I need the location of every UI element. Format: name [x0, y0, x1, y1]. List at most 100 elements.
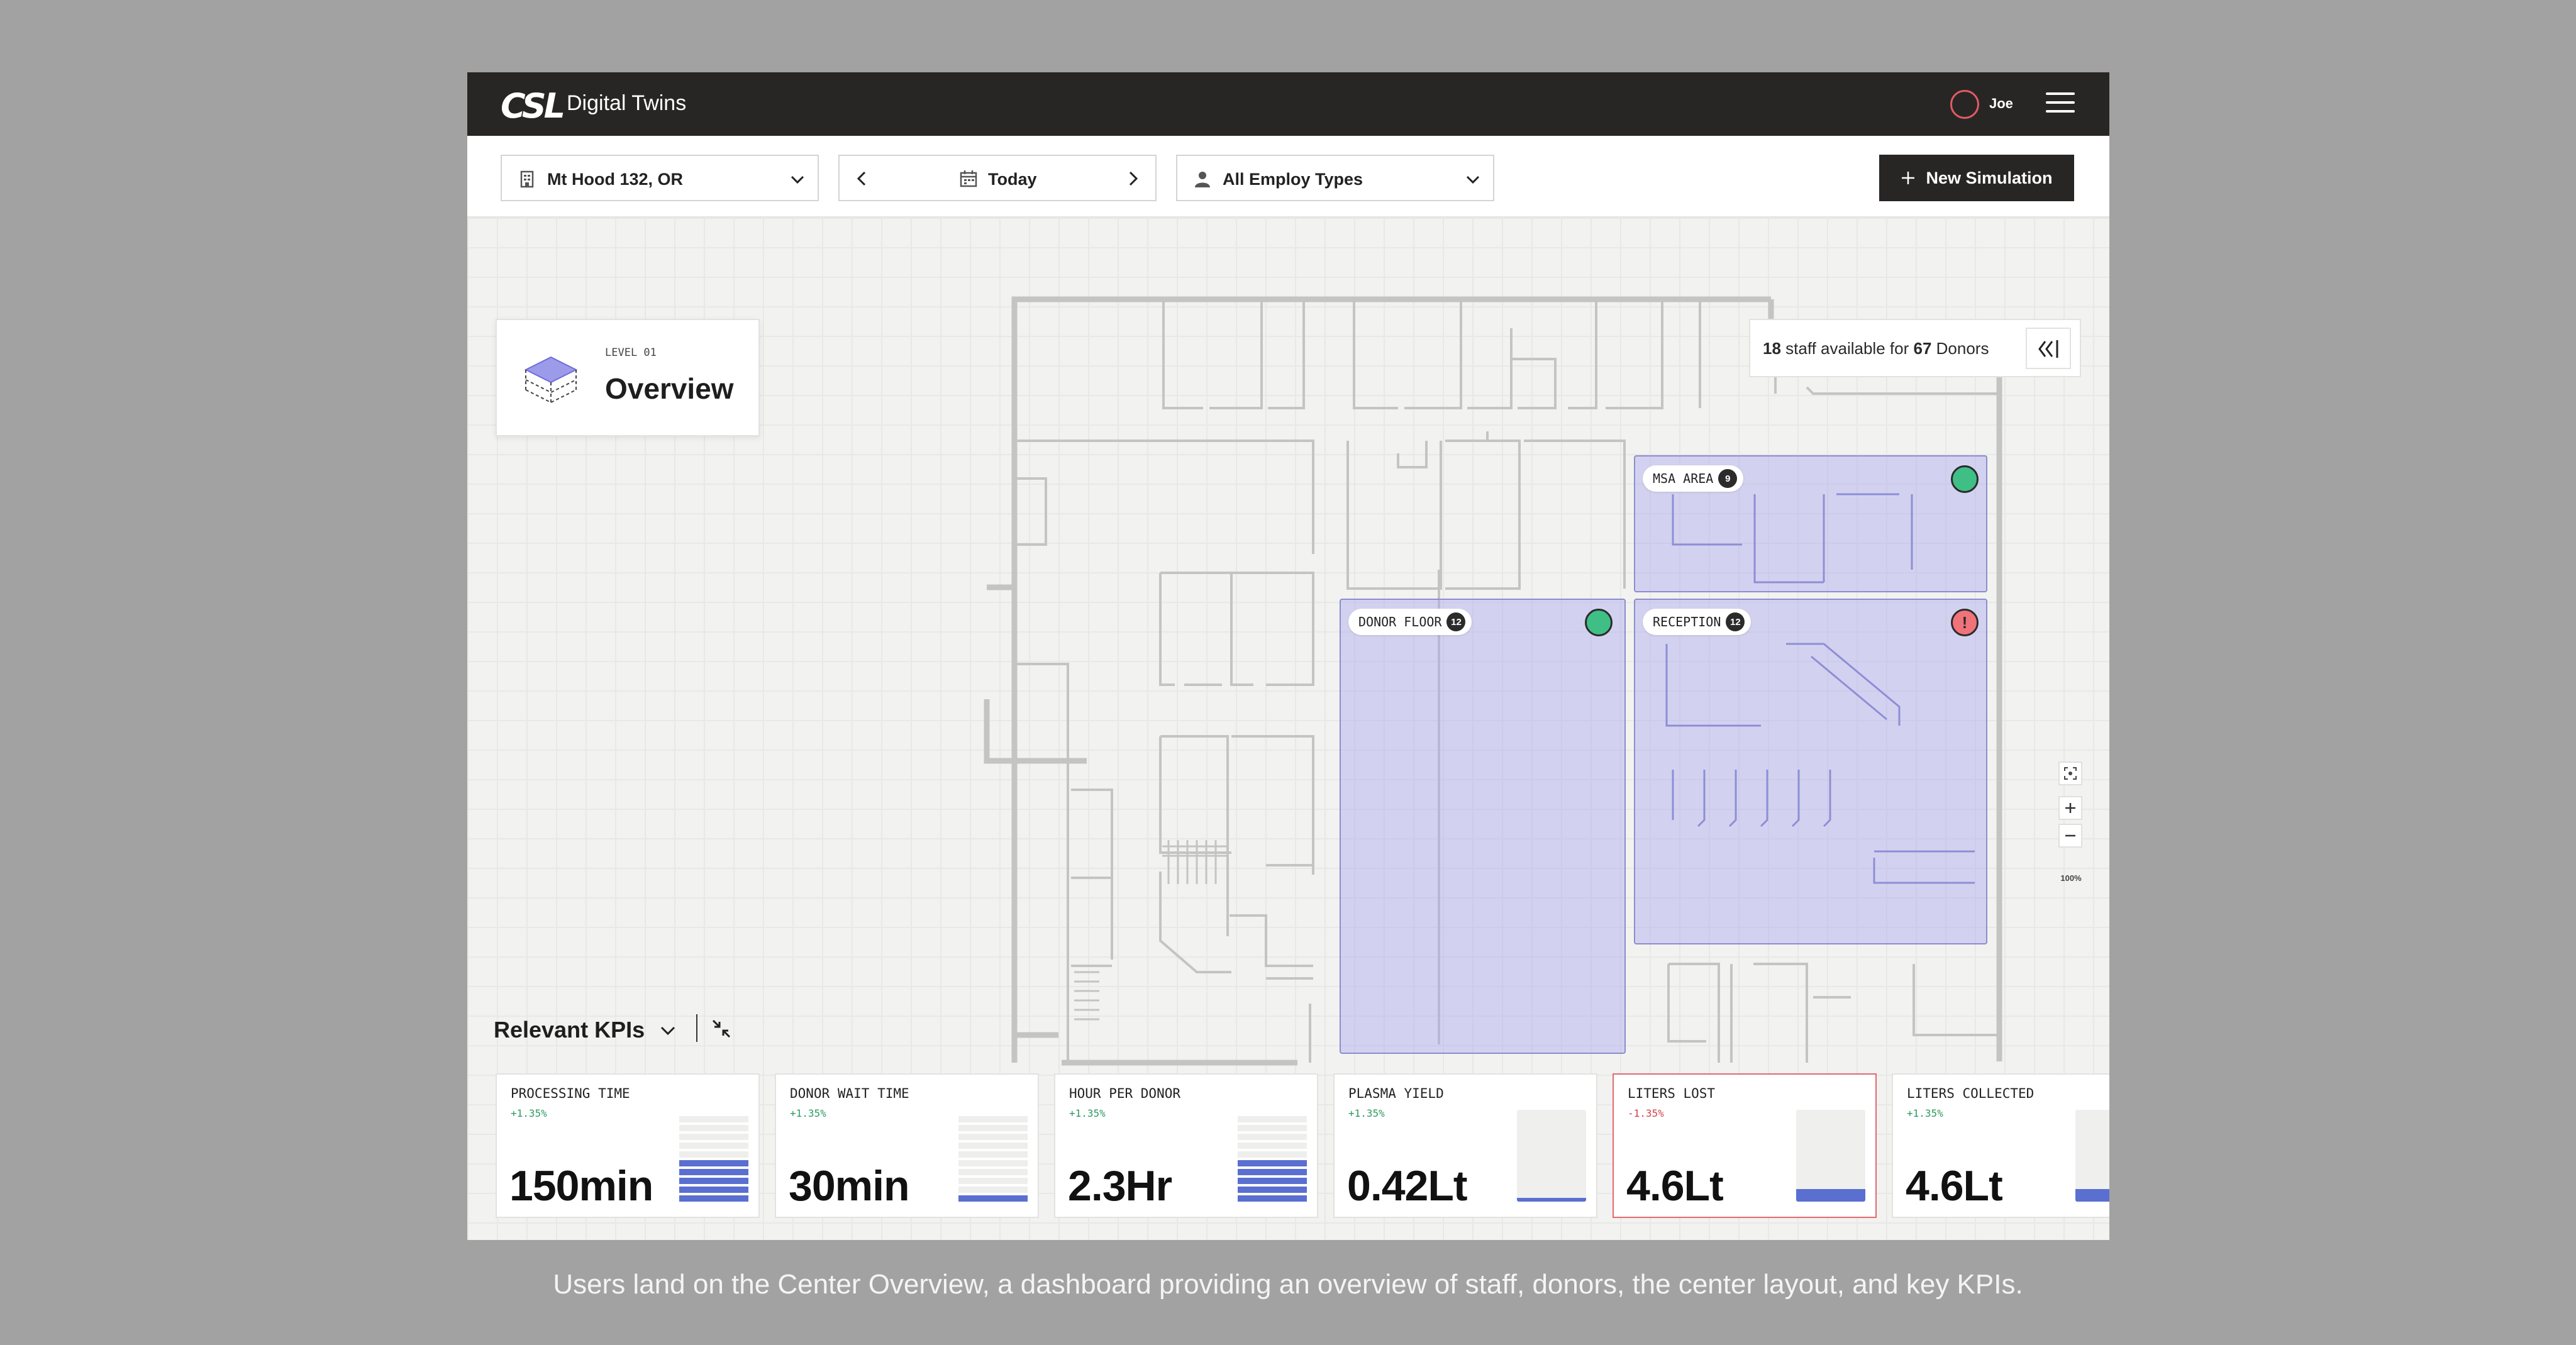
kpi-delta: +1.35% — [1069, 1107, 1106, 1119]
staff-count: 18 — [1763, 339, 1781, 358]
kpi-bar-segment — [1238, 1160, 1307, 1166]
zone-count-badge: 12 — [1446, 612, 1466, 631]
kpi-bar-segment — [679, 1160, 748, 1166]
zone-count-badge: 9 — [1718, 469, 1738, 488]
kpi-bar-segment — [958, 1169, 1028, 1175]
kpi-delta: +1.35% — [1348, 1107, 1385, 1119]
zoom-out-button[interactable] — [2058, 824, 2082, 848]
kpi-card-liters-lost[interactable]: LITERS LOST -1.35% 4.6Lt — [1613, 1073, 1877, 1218]
kpi-bar-segment — [958, 1178, 1028, 1184]
top-bar: CSL Digital Twins Joe — [467, 72, 2109, 136]
floorplan-canvas[interactable]: MSA AREA 9 DONOR FLOOR 12 RECEPTION 12 !… — [467, 218, 2109, 1240]
chevron-right-icon[interactable] — [1124, 170, 1141, 187]
donor-count: 67 — [1913, 339, 1932, 358]
kpi-fill-box — [2075, 1110, 2109, 1202]
person-icon — [1195, 172, 1210, 187]
employ-type-label: All Employ Types — [1223, 170, 1363, 189]
zone-tag: MSA AREA 9 — [1643, 465, 1744, 492]
location-label: Mt Hood 132, OR — [547, 170, 684, 189]
date-select[interactable]: Today — [838, 155, 1157, 201]
kpi-bar-segment — [958, 1134, 1028, 1140]
fit-view-button[interactable] — [2058, 761, 2082, 785]
app-window: CSL Digital Twins Joe Mt Hood 132, OR To… — [467, 72, 2109, 1240]
chevron-left-icon[interactable] — [853, 170, 871, 187]
filter-bar: Mt Hood 132, OR Today All Employ Types N… — [467, 136, 2109, 218]
level-card[interactable]: LEVEL 01 Overview — [496, 319, 760, 436]
zone-reception[interactable]: RECEPTION 12 ! — [1634, 599, 1987, 944]
kpi-card-processing-time[interactable]: PROCESSING TIME +1.35% 150min — [496, 1073, 760, 1218]
kpi-bar-segment — [958, 1151, 1028, 1158]
kpi-card-donor-wait-time[interactable]: DONOR WAIT TIME +1.35% 30min — [775, 1073, 1039, 1218]
user-name[interactable]: Joe — [1989, 96, 2013, 112]
kpi-fill-box — [1796, 1110, 1865, 1202]
kpi-value: 30min — [789, 1162, 910, 1210]
kpi-bar-segment — [1238, 1169, 1307, 1175]
collapse-panel-button[interactable] — [2026, 328, 2071, 369]
divider — [696, 1014, 697, 1042]
hamburger-menu-icon[interactable] — [2046, 92, 2075, 115]
kpi-bar-segment — [1238, 1178, 1307, 1184]
kpi-bar-stack — [958, 1110, 1028, 1202]
kpi-bar-segment — [1238, 1134, 1307, 1140]
kpi-fill-level — [1796, 1188, 1865, 1202]
zone-tag: DONOR FLOOR 12 — [1348, 609, 1472, 635]
kpi-card-plasma-yield[interactable]: PLASMA YIELD +1.35% 0.42Lt — [1333, 1073, 1597, 1218]
alert-icon[interactable]: ! — [1951, 609, 1979, 636]
kpi-delta: +1.35% — [511, 1107, 547, 1119]
kpi-value: 4.6Lt — [1906, 1162, 2003, 1210]
user-avatar[interactable] — [1950, 90, 1979, 119]
kpi-fill-level — [1517, 1198, 1586, 1202]
kpi-bar-stack — [679, 1110, 748, 1202]
kpi-value: 4.6Lt — [1626, 1162, 1724, 1210]
kpi-bar-segment — [958, 1195, 1028, 1202]
staff-summary: 18 staff available for 67 Donors — [1763, 339, 1989, 358]
employ-type-select[interactable]: All Employ Types — [1176, 155, 1494, 201]
kpi-label: DONOR WAIT TIME — [790, 1086, 909, 1101]
status-ok-indicator[interactable] — [1585, 609, 1613, 636]
kpi-bar-segment — [679, 1169, 748, 1175]
plus-icon — [2065, 803, 2075, 813]
level-label: LEVEL 01 — [605, 346, 657, 359]
kpi-fill-box — [1517, 1110, 1586, 1202]
app-title: Digital Twins — [567, 91, 687, 115]
new-simulation-button[interactable]: New Simulation — [1879, 155, 2074, 201]
kpi-bar-segment — [1238, 1195, 1307, 1202]
kpi-fill-level — [2075, 1188, 2109, 1202]
date-label: Today — [988, 170, 1037, 189]
kpi-label: LITERS COLLECTED — [1907, 1086, 2035, 1101]
chevron-down-icon[interactable] — [657, 1020, 679, 1041]
plus-icon — [1902, 172, 1915, 184]
kpi-card-liters-collected[interactable]: LITERS COLLECTED +1.35% 4.6Lt — [1892, 1073, 2109, 1218]
location-select[interactable]: Mt Hood 132, OR — [501, 155, 819, 201]
kpi-bar-segment — [679, 1178, 748, 1184]
kpi-bar-segment — [1238, 1116, 1307, 1122]
kpi-heading[interactable]: Relevant KPIs — [494, 1017, 645, 1043]
kpi-bar-segment — [1238, 1187, 1307, 1193]
csl-logo: CSL — [501, 86, 565, 126]
level-title: Overview — [605, 372, 734, 405]
zone-tag: RECEPTION 12 — [1643, 609, 1752, 635]
kpi-value: 2.3Hr — [1068, 1162, 1172, 1210]
kpi-gauge — [1796, 1110, 1865, 1202]
zone-donor-floor[interactable]: DONOR FLOOR 12 — [1340, 599, 1626, 1054]
kpi-bar-segment — [958, 1143, 1028, 1149]
status-ok-indicator[interactable] — [1951, 465, 1979, 493]
kpi-value: 0.42Lt — [1347, 1162, 1468, 1210]
kpi-card-hour-per-donor[interactable]: HOUR PER DONOR +1.35% 2.3Hr — [1054, 1073, 1318, 1218]
zoom-in-button[interactable] — [2058, 796, 2082, 820]
kpi-bar-segment — [679, 1143, 748, 1149]
kpi-delta: +1.35% — [790, 1107, 826, 1119]
kpi-gauge — [958, 1110, 1028, 1202]
focus-icon — [2064, 767, 2077, 780]
minimize-icon[interactable] — [709, 1017, 733, 1041]
kpi-bar-segment — [958, 1125, 1028, 1131]
kpi-gauge — [2075, 1110, 2109, 1202]
kpi-bar-segment — [679, 1125, 748, 1131]
kpi-bar-segment — [679, 1134, 748, 1140]
zone-msa-area[interactable]: MSA AREA 9 — [1634, 455, 1987, 592]
kpi-bar-segment — [1238, 1143, 1307, 1149]
kpi-bar-segment — [958, 1116, 1028, 1122]
kpi-label: PROCESSING TIME — [511, 1086, 630, 1101]
building-icon — [520, 170, 534, 188]
kpi-gauge — [1517, 1110, 1586, 1202]
